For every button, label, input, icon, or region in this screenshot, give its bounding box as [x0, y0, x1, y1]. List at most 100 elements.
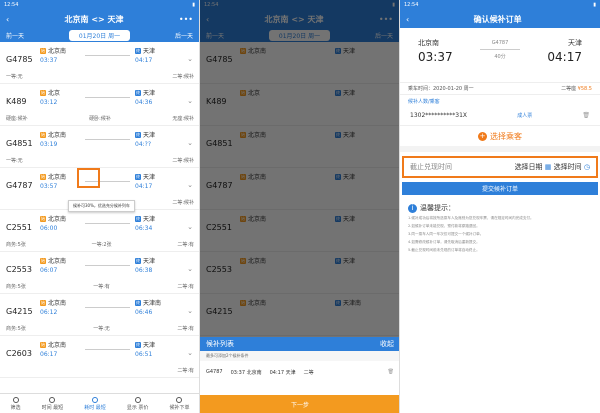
- nav-show-price[interactable]: 显示 票价: [126, 396, 149, 411]
- train-row[interactable]: C2551 始北京南 06:00 终天津 06:34 ⌄ 商务:5张 一等:2张 二等:…: [0, 210, 199, 252]
- duration: 40分: [494, 54, 506, 60]
- train-number: G4787: [6, 181, 33, 190]
- train-number: G4851: [6, 139, 33, 148]
- from-station: 北京南: [48, 174, 67, 181]
- tip-item: 5.截止兑现时间前未兑现的订单将自动终止。: [408, 248, 480, 252]
- dep-time: 03:57: [40, 183, 58, 190]
- select-passenger-button[interactable]: + 选择乘客: [400, 126, 600, 152]
- waitlist-sheet: 候补列表 收起 最多可添加2个候补条件 G4787 03:37 北京南 04:1…: [200, 337, 399, 413]
- end-badge-icon: 终: [135, 299, 141, 306]
- submit-order-button[interactable]: 提交候补订单: [402, 182, 598, 195]
- deadline-row: 截止兑现时间 选择日期 ▦ 选择时间 ◷: [402, 156, 598, 178]
- start-badge-icon: 始: [40, 215, 46, 222]
- to-station: 天津: [143, 132, 156, 139]
- seat-info: 一等:无: [93, 326, 110, 332]
- date-bar: 前一天 01月20日 周一 后一天: [0, 28, 199, 42]
- chevron-down-icon[interactable]: ⌄: [187, 307, 193, 315]
- trash-icon[interactable]: 🗑: [582, 112, 590, 119]
- chevron-down-icon[interactable]: ⌄: [187, 181, 193, 189]
- seat-info: 二等:有: [177, 368, 194, 374]
- arr-time: 06:51: [135, 351, 153, 358]
- nav-sort-time[interactable]: 时间 最短: [42, 396, 63, 411]
- dep-time: 03:19: [40, 141, 58, 148]
- plus-icon: +: [478, 131, 487, 141]
- chevron-down-icon[interactable]: ⌄: [187, 223, 193, 231]
- start-badge-icon: 始: [40, 173, 46, 180]
- seat-info: 二等:候补: [172, 74, 194, 80]
- nav-label: 显示 票价: [126, 404, 149, 411]
- tip-item: 1.候补成功后将按所选乘车人及席别为您兑现车票，请在规定时间内完成支付。: [408, 216, 534, 220]
- dep-time: 06:12: [40, 309, 58, 316]
- ticket-type[interactable]: 成人票: [517, 112, 532, 119]
- end-badge-icon: 终: [135, 215, 141, 222]
- seat-info: 商务:5张: [6, 326, 26, 332]
- train-number: K489: [6, 97, 27, 106]
- next-day-button[interactable]: 后一天: [175, 31, 193, 40]
- chevron-down-icon[interactable]: ⌄: [187, 349, 193, 357]
- to-station: 天津: [143, 174, 156, 181]
- to-station: 天津南: [143, 300, 162, 307]
- tip-item: 2.如候补订单未能兑现，预付款将原路退回。: [408, 224, 480, 228]
- nav-filter[interactable]: 筛选: [11, 396, 21, 411]
- trash-icon[interactable]: 🗑: [388, 369, 394, 375]
- status-bar: 12:54 ▮: [400, 0, 600, 10]
- pick-time-button[interactable]: 选择时间: [554, 163, 582, 171]
- back-icon[interactable]: ‹: [6, 15, 9, 24]
- more-icon[interactable]: •••: [179, 15, 193, 24]
- end-badge-icon: 终: [135, 257, 141, 264]
- header: ‹ 确认候补订单: [400, 10, 600, 28]
- route-line: [85, 97, 130, 98]
- to-station: 天津: [143, 216, 156, 223]
- train-row[interactable]: G4851 始北京南 03:19 终天津 04:?? ⌄ 一等:无 二等:候补: [0, 126, 199, 168]
- screen-waitlist-sheet: 12:54 ▮ ‹ 北京南 <> 天津 ••• 前一天 01月20日 周一 后一…: [200, 0, 400, 413]
- seat-info: 商务:5张: [6, 242, 26, 248]
- page-title: 北京南 <> 天津: [64, 14, 124, 24]
- clock-icon: ◷: [583, 163, 590, 171]
- collapse-button[interactable]: 收起: [380, 339, 394, 349]
- back-icon[interactable]: ‹: [406, 15, 409, 24]
- pax-count-link[interactable]: 候补人数/乘客: [400, 95, 600, 106]
- arr-time: 04:17: [135, 183, 153, 190]
- tip-item: 4.如需修改候补订单，请先取消后重新提交。: [408, 240, 480, 244]
- status-bar: 12:54 ▮: [0, 0, 199, 10]
- chevron-down-icon[interactable]: ⌄: [187, 97, 193, 105]
- dep-time: 06:00: [40, 225, 58, 232]
- train-row[interactable]: K489 始北京 03:12 终天津 04:36 ⌄ 硬座:候补 硬卧:候补 无座:候补: [0, 84, 199, 126]
- prev-day-button[interactable]: 前一天: [6, 31, 24, 40]
- start-badge-icon: 始: [40, 341, 46, 348]
- train-row[interactable]: G4215 始北京南 06:12 终天津南 06:46 ⌄ 商务:5张 一等:无 二等:…: [0, 294, 199, 336]
- waitlist-icon: [176, 396, 183, 403]
- ride-info: 乘车时间：2020-01-20 周一 二等座 ¥58.5: [400, 83, 600, 95]
- arr-time: 04:??: [135, 141, 152, 148]
- chevron-down-icon[interactable]: ⌄: [187, 139, 193, 147]
- nav-sort-duration[interactable]: 耗时 最短: [84, 396, 106, 411]
- seat-info: 二等:有: [177, 326, 194, 332]
- deadline-label: 截止兑现时间: [410, 163, 452, 171]
- to-station: 天津: [143, 90, 156, 97]
- start-badge-icon: 始: [40, 89, 46, 96]
- train-number: G4785: [6, 55, 33, 64]
- tips-section: i 温馨提示： 1.候补成功后将按所选乘车人及席别为您兑现车票，请在规定时间内完…: [400, 199, 600, 257]
- filter-icon: [12, 396, 19, 403]
- seat-info: 一等:无: [6, 74, 23, 80]
- pick-date-button[interactable]: 选择日期: [515, 163, 543, 171]
- nav-label: 候补下单: [169, 404, 190, 411]
- arr-time: 04:36: [135, 99, 153, 106]
- start-badge-icon: 始: [40, 257, 46, 264]
- train-row[interactable]: C2553 始北京南 06:07 终天津 06:38 ⌄ 商务:5张 一等:有 二等:有: [0, 252, 199, 294]
- seat-info: 二等:候补: [172, 200, 194, 206]
- end-badge-icon: 终: [135, 173, 141, 180]
- nav-waitlist[interactable]: 候补下单: [169, 396, 190, 411]
- chevron-down-icon[interactable]: ⌄: [187, 265, 193, 273]
- chevron-down-icon[interactable]: ⌄: [187, 55, 193, 63]
- route-line: [85, 349, 130, 350]
- dep-time: 03:37: [418, 50, 453, 64]
- train-row[interactable]: G4785 始北京南 03:37 终天津 04:17 ⌄ 一等:无 二等:候补: [0, 42, 199, 84]
- seat-info: 商务:5张: [6, 284, 26, 290]
- route-line: [85, 223, 130, 224]
- next-button[interactable]: 下一步: [200, 395, 399, 413]
- date-picker[interactable]: 01月20日 周一: [68, 29, 131, 41]
- train-row[interactable]: C2603 始北京南 06:17 终天津 06:51 ⌄ 二等:有: [0, 336, 199, 378]
- end-badge-icon: 终: [135, 47, 141, 54]
- train-number: G4787: [206, 369, 223, 375]
